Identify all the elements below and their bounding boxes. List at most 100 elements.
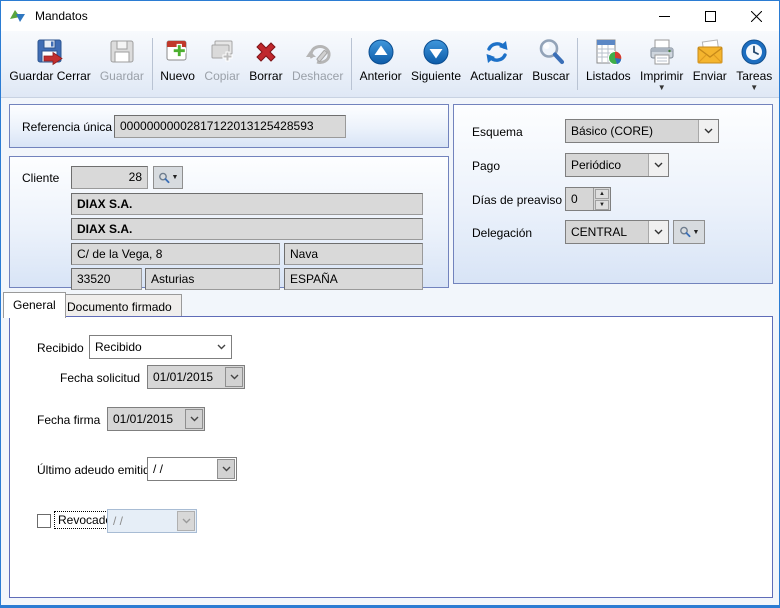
- magnifier-icon: [679, 226, 691, 238]
- copy-icon: [206, 36, 238, 68]
- toolbar-button-deshacer[interactable]: Deshacer: [287, 34, 348, 83]
- toolbar-label: Tareas: [736, 69, 772, 83]
- toolbar-button-siguiente[interactable]: Siguiente: [406, 34, 465, 83]
- save-close-icon: [34, 36, 66, 68]
- revocado-datepicker: / /: [107, 509, 197, 533]
- toolbar-button-anterior[interactable]: Anterior: [355, 34, 406, 83]
- chevron-down-icon[interactable]: [698, 120, 718, 142]
- search-icon: [535, 36, 567, 68]
- toolbar-button-imprimir[interactable]: Imprimir ▼: [635, 34, 688, 91]
- delete-icon: [250, 36, 282, 68]
- chevron-down-icon[interactable]: [225, 367, 243, 387]
- fecha-solicitud-datepicker[interactable]: 01/01/2015: [147, 365, 245, 389]
- cliente-country-field[interactable]: ESPAÑA: [284, 268, 423, 290]
- tab-documento-firmado[interactable]: Documento firmado: [57, 294, 182, 317]
- toolbar-label: Listados: [586, 69, 631, 83]
- delegacion-search-button[interactable]: ▼: [673, 220, 705, 244]
- toolbar-label: Enviar: [693, 69, 727, 83]
- dropdown-caret-icon[interactable]: ▼: [750, 84, 758, 91]
- chevron-down-icon[interactable]: [648, 154, 668, 176]
- magnifier-icon: [158, 172, 170, 184]
- toolbar-button-tareas[interactable]: Tareas ▼: [732, 34, 777, 91]
- recibido-label: Recibido: [37, 341, 84, 355]
- referencia-group: Referencia única 00000000002817122013125…: [9, 104, 449, 148]
- dias-preaviso-spinner[interactable]: 0 ▲ ▼: [565, 187, 611, 211]
- cliente-code-field[interactable]: 28: [71, 166, 148, 189]
- esquema-group: Esquema Básico (CORE) Pago Periódico Día…: [453, 104, 773, 284]
- recibido-combobox[interactable]: Recibido: [89, 335, 232, 359]
- toolbar-button-borrar[interactable]: Borrar: [245, 34, 288, 83]
- cliente-name2-field[interactable]: DIAX S.A.: [71, 218, 423, 240]
- chevron-down-icon[interactable]: [185, 409, 203, 429]
- toolbar-label: Guardar Cerrar: [9, 69, 90, 83]
- mandatos-window: Mandatos Gua: [0, 0, 780, 608]
- referencia-unica-field[interactable]: 00000000002817122013125428593: [114, 115, 346, 138]
- chevron-down-icon: [177, 511, 195, 531]
- previous-icon: [365, 36, 397, 68]
- maximize-button[interactable]: [687, 1, 733, 31]
- toolbar-label: Siguiente: [411, 69, 461, 83]
- spinner-down-icon[interactable]: ▼: [595, 200, 609, 210]
- print-icon: [646, 36, 678, 68]
- cliente-label: Cliente: [22, 171, 59, 185]
- fecha-firma-label: Fecha firma: [37, 413, 100, 427]
- toolbar-label: Nuevo: [160, 69, 195, 83]
- minimize-button[interactable]: [641, 1, 687, 31]
- cliente-zip-field[interactable]: 33520: [71, 268, 142, 290]
- revocado-checkbox[interactable]: [37, 514, 51, 528]
- toolbar-button-copiar[interactable]: Copiar: [200, 34, 245, 83]
- pago-combobox[interactable]: Periódico: [565, 153, 669, 177]
- tab-general[interactable]: General: [3, 292, 66, 318]
- delegacion-combobox[interactable]: CENTRAL: [565, 220, 669, 244]
- toolbar-button-listados[interactable]: Listados: [581, 34, 635, 83]
- titlebar: Mandatos: [1, 1, 779, 31]
- chevron-down-icon[interactable]: [217, 459, 235, 479]
- pago-label: Pago: [472, 159, 500, 173]
- undo-icon: [302, 36, 334, 68]
- ultimo-adeudo-value: / /: [148, 458, 216, 480]
- toolbar: Guardar Cerrar Guardar: [1, 31, 779, 98]
- cliente-city-field[interactable]: Nava: [284, 243, 423, 265]
- refresh-icon: [481, 36, 513, 68]
- toolbar-button-nuevo[interactable]: Nuevo: [156, 34, 200, 83]
- referencia-label: Referencia única: [22, 120, 112, 134]
- cliente-street-field[interactable]: C/ de la Vega, 8: [71, 243, 280, 265]
- toolbar-button-enviar[interactable]: Enviar: [688, 34, 732, 83]
- cliente-search-button[interactable]: ▼: [153, 166, 183, 189]
- chevron-down-icon[interactable]: [211, 336, 231, 358]
- toolbar-separator: [152, 38, 153, 90]
- toolbar-button-guardar[interactable]: Guardar: [95, 34, 148, 83]
- new-record-icon: [162, 36, 194, 68]
- toolbar-label: Copiar: [204, 69, 239, 83]
- toolbar-button-buscar[interactable]: Buscar: [528, 34, 575, 83]
- esquema-label: Esquema: [472, 125, 523, 139]
- toolbar-label: Borrar: [249, 69, 282, 83]
- fecha-solicitud-value: 01/01/2015: [148, 366, 224, 388]
- general-tab-panel: Recibido Recibido Fecha solicitud 01/01/…: [9, 316, 773, 598]
- next-icon: [420, 36, 452, 68]
- esquema-value: Básico (CORE): [566, 120, 698, 142]
- dropdown-caret-icon: ▼: [693, 229, 700, 236]
- tasks-icon: [738, 36, 770, 68]
- app-icon: [9, 8, 27, 24]
- cliente-province-field[interactable]: Asturias: [145, 268, 280, 290]
- close-button[interactable]: [733, 1, 779, 31]
- revocado-value: / /: [108, 510, 176, 532]
- toolbar-label: Anterior: [360, 69, 402, 83]
- chevron-down-icon[interactable]: [648, 221, 668, 243]
- esquema-combobox[interactable]: Básico (CORE): [565, 119, 719, 143]
- toolbar-separator: [351, 38, 352, 90]
- window-title: Mandatos: [35, 9, 88, 23]
- reports-icon: [592, 36, 624, 68]
- dias-preaviso-label: Días de preaviso: [472, 193, 562, 207]
- toolbar-button-guardar-cerrar[interactable]: Guardar Cerrar: [5, 34, 95, 83]
- save-icon: [106, 36, 138, 68]
- cliente-name-field[interactable]: DIAX S.A.: [71, 193, 423, 215]
- fecha-firma-datepicker[interactable]: 01/01/2015: [107, 407, 205, 431]
- dropdown-caret-icon[interactable]: ▼: [658, 84, 666, 91]
- ultimo-adeudo-datepicker[interactable]: / /: [147, 457, 237, 481]
- pago-value: Periódico: [566, 154, 648, 176]
- toolbar-button-actualizar[interactable]: Actualizar: [466, 34, 528, 83]
- spinner-up-icon[interactable]: ▲: [595, 189, 609, 199]
- delegacion-value: CENTRAL: [566, 221, 648, 243]
